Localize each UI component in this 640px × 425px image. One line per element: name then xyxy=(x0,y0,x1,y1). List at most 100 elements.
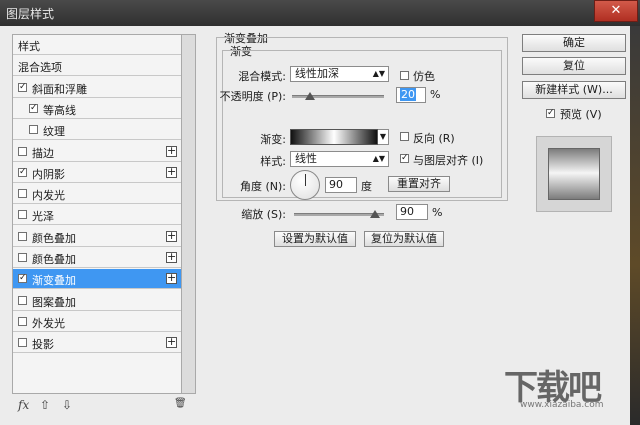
style-list-checkbox[interactable] xyxy=(18,210,27,220)
style-list-label: 渐变叠加 xyxy=(32,274,76,288)
opacity-label: 不透明度 (P): xyxy=(219,90,286,103)
gradient-preview-swatch[interactable] xyxy=(290,129,378,145)
style-list-checkbox[interactable]: ✓ xyxy=(18,167,27,177)
style-list-label: 图案叠加 xyxy=(32,295,76,309)
add-effect-icon[interactable]: + xyxy=(166,166,177,178)
reset-to-default-button[interactable]: 复位为默认值 xyxy=(364,231,444,247)
scale-input[interactable]: 90 xyxy=(396,204,428,220)
add-effect-icon[interactable]: + xyxy=(166,336,177,349)
reset-alignment-button[interactable]: 重置对齐 xyxy=(388,176,450,192)
dither-label: 仿色 xyxy=(413,70,435,83)
style-list-checkbox[interactable] xyxy=(29,125,38,135)
opacity-input[interactable]: 20 xyxy=(396,87,426,103)
style-list-label: 颜色叠加 xyxy=(32,231,76,245)
dither-checkbox[interactable] xyxy=(400,71,409,80)
style-list-label: 内发光 xyxy=(32,189,65,203)
style-list-item[interactable]: 颜色叠加 + xyxy=(13,248,181,268)
style-list-checkbox[interactable] xyxy=(18,338,27,348)
move-up-icon[interactable]: ⇧ xyxy=(40,398,50,412)
angle-unit: 度 xyxy=(361,180,372,193)
style-list-item[interactable]: 纹理 xyxy=(13,120,181,141)
angle-label: 角度 (N): xyxy=(239,180,286,193)
add-effect-icon[interactable]: + xyxy=(166,272,177,285)
style-preview-swatch xyxy=(548,148,600,200)
style-list-label: 描边 xyxy=(32,146,54,160)
style-list-checkbox[interactable]: ✓ xyxy=(18,274,27,284)
background-strip xyxy=(630,26,640,425)
style-value: 线性 xyxy=(295,152,317,165)
new-style-button[interactable]: 新建样式 (W)... xyxy=(522,81,626,99)
style-label: 样式: xyxy=(260,155,286,168)
watermark-url: www.xiazaiba.com xyxy=(520,400,604,410)
ok-button[interactable]: 确定 xyxy=(522,34,626,52)
reverse-label: 反向 (R) xyxy=(413,132,455,145)
style-list-label: 样式 xyxy=(18,40,40,53)
gradient-label: 渐变: xyxy=(260,133,286,146)
trash-icon[interactable]: 🗑 xyxy=(174,398,187,409)
style-list-item[interactable]: 颜色叠加 + xyxy=(13,227,181,247)
style-list-label: 颜色叠加 xyxy=(32,253,76,266)
title-bar: 图层样式 ✕ xyxy=(0,0,640,26)
style-list-item[interactable]: 投影 + xyxy=(13,333,181,354)
scale-label: 缩放 (S): xyxy=(241,208,286,221)
style-list-label: 内阴影 xyxy=(32,167,65,181)
preview-label: 预览 (V) xyxy=(560,108,602,121)
style-list-item[interactable]: 外发光 xyxy=(13,312,181,332)
style-list-checkbox[interactable] xyxy=(18,253,27,262)
style-list-label: 纹理 xyxy=(43,125,65,139)
preview-checkbox[interactable]: ✓ xyxy=(546,109,555,118)
style-list-item[interactable]: 混合选项 xyxy=(13,56,181,77)
scale-slider-thumb[interactable] xyxy=(370,210,380,218)
style-list-checkbox[interactable] xyxy=(18,316,27,326)
style-list-checkbox[interactable]: ✓ xyxy=(18,82,27,92)
style-list-item[interactable]: ✓ 渐变叠加 + xyxy=(13,269,181,290)
chevron-down-icon: ▲▼ xyxy=(372,69,385,78)
angle-input[interactable]: 90 xyxy=(325,177,357,193)
make-default-button[interactable]: 设置为默认值 xyxy=(274,231,356,247)
style-list-item[interactable]: 描边 + xyxy=(13,142,181,162)
style-list-item[interactable]: ✓ 内阴影 + xyxy=(13,163,181,183)
opacity-slider-thumb[interactable] xyxy=(305,92,316,100)
reverse-checkbox[interactable] xyxy=(400,132,409,141)
fx-button[interactable]: fx xyxy=(18,398,29,412)
add-effect-icon[interactable]: + xyxy=(166,145,177,157)
angle-dial[interactable] xyxy=(290,170,320,200)
style-select[interactable]: 线性 ▲▼ xyxy=(290,151,389,167)
style-list-label: 外发光 xyxy=(32,316,65,330)
add-effect-icon[interactable]: + xyxy=(166,230,177,242)
add-effect-icon[interactable]: + xyxy=(166,251,177,263)
scale-percent: % xyxy=(432,206,443,219)
align-with-layer-checkbox[interactable]: ✓ xyxy=(400,154,409,163)
style-list-label: 混合选项 xyxy=(18,61,62,75)
style-list-label: 光泽 xyxy=(32,210,54,224)
style-list-scrollbar[interactable] xyxy=(182,34,196,394)
gradient-dropdown-icon[interactable]: ▼ xyxy=(378,129,389,145)
align-with-layer-label: 与图层对齐 (I) xyxy=(413,154,484,167)
blend-mode-select[interactable]: 线性加深 ▲▼ xyxy=(290,66,389,82)
style-list-item[interactable]: 图案叠加 xyxy=(13,291,181,311)
style-list-checkbox[interactable] xyxy=(18,295,27,305)
style-list-checkbox[interactable]: ✓ xyxy=(29,103,38,113)
style-preview xyxy=(536,136,612,212)
close-button[interactable]: ✕ xyxy=(594,0,638,22)
angle-value: 90 xyxy=(329,178,343,191)
blend-mode-value: 线性加深 xyxy=(295,67,339,80)
style-list-label: 斜面和浮雕 xyxy=(32,82,87,96)
style-list-checkbox[interactable] xyxy=(18,146,27,156)
style-list-checkbox[interactable] xyxy=(18,189,27,199)
style-list-item[interactable]: 样式 xyxy=(13,35,181,55)
move-down-icon[interactable]: ⇩ xyxy=(62,398,72,412)
opacity-value: 20 xyxy=(400,88,416,101)
style-list-item[interactable]: 光泽 xyxy=(13,205,181,226)
style-list: 样式 混合选项 ✓ 斜面和浮雕 ✓ 等高线 纹理 描边 + ✓ 内阴影 + 内发光 光泽 颜色叠加 + 颜色叠加… xyxy=(12,34,182,394)
reset-button[interactable]: 复位 xyxy=(522,57,626,75)
style-list-checkbox[interactable] xyxy=(18,231,27,241)
style-list-item[interactable]: ✓ 等高线 xyxy=(13,99,181,119)
style-list-item[interactable]: ✓ 斜面和浮雕 xyxy=(13,78,181,98)
opacity-percent: % xyxy=(430,88,441,101)
style-list-toolbar: fx ⇧ ⇩ 🗑 xyxy=(12,396,197,416)
window-title: 图层样式 xyxy=(6,7,55,21)
style-list-item[interactable]: 内发光 xyxy=(13,184,181,205)
scale-value: 90 xyxy=(400,205,414,218)
blend-mode-label: 混合模式: xyxy=(238,70,286,83)
